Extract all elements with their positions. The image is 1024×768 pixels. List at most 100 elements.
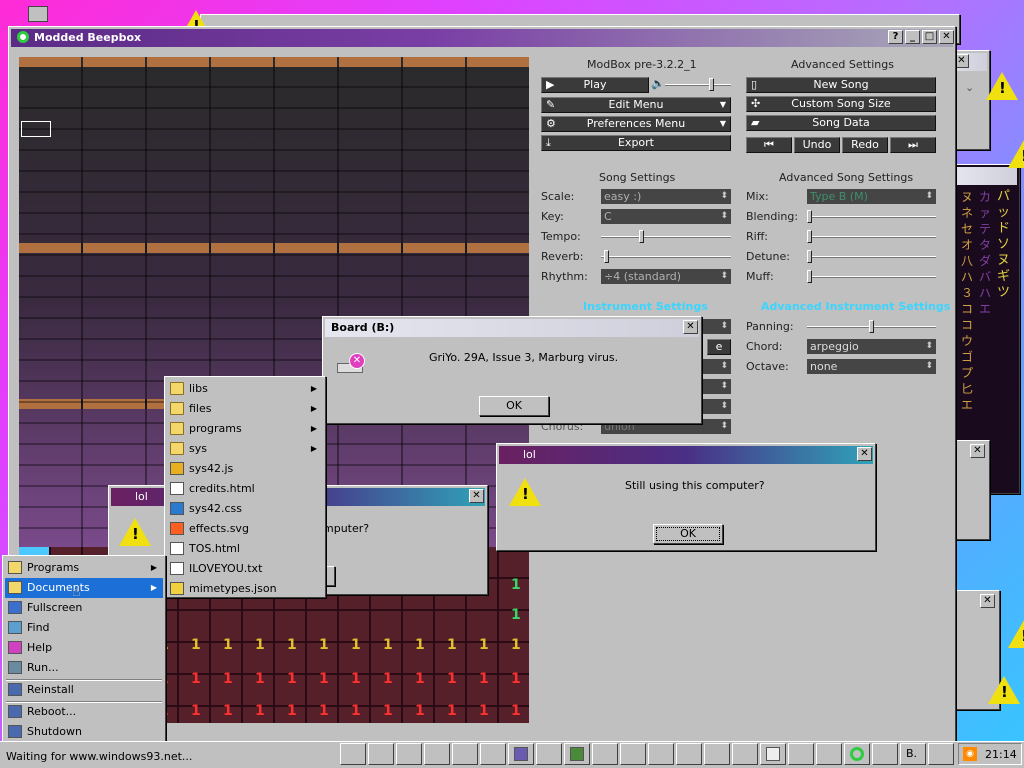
skip-forward-button[interactable]: ⏭	[890, 137, 936, 153]
track-cell-digit: 1	[319, 671, 329, 687]
taskbar-button[interactable]	[760, 743, 786, 765]
track-cell-digit: 1	[447, 671, 457, 687]
taskbar-button[interactable]	[536, 743, 562, 765]
close-button[interactable]: ✕	[857, 447, 872, 461]
desktop-icon[interactable]	[28, 6, 48, 22]
taskbar-button[interactable]	[620, 743, 646, 765]
start-menu-item-help[interactable]: Help	[5, 638, 163, 658]
rss-icon[interactable]: ◉	[963, 747, 977, 761]
json-file-icon	[170, 582, 184, 595]
export-button[interactable]: ⤓ Export	[541, 135, 731, 151]
tempo-knob[interactable]	[639, 230, 644, 243]
custom-song-size-button[interactable]: ✣ Custom Song Size	[746, 96, 936, 112]
documents-item-tos-html[interactable]: TOS.html	[167, 539, 323, 559]
taskbar-button[interactable]	[732, 743, 758, 765]
taskbar-button[interactable]	[368, 743, 394, 765]
preferences-menu-select[interactable]: ⚙ Preferences Menu ▼	[541, 116, 731, 132]
track-cell-digit: 1	[287, 671, 297, 687]
close-icon[interactable]: ✕	[954, 54, 969, 68]
maximize-button[interactable]: □	[922, 30, 937, 44]
taskbar-button[interactable]	[592, 743, 618, 765]
close-button[interactable]: ✕	[469, 489, 484, 503]
taskbar-button[interactable]	[788, 743, 814, 765]
rhythm-select[interactable]: ÷4 (standard)	[601, 269, 731, 284]
taskbar-button[interactable]	[816, 743, 842, 765]
play-button[interactable]: ▶ Play	[541, 77, 649, 93]
song-data-button[interactable]: ▰ Song Data	[746, 115, 936, 131]
folder-icon	[170, 422, 184, 435]
blending-slider[interactable]	[807, 210, 936, 223]
taskbar-button[interactable]	[872, 743, 898, 765]
start-menu-item-programs[interactable]: Programs ▶	[5, 558, 163, 578]
detune-slider[interactable]	[807, 250, 936, 263]
taskbar-button[interactable]: B.	[900, 743, 926, 765]
riff-slider[interactable]	[807, 230, 936, 243]
start-menu-item-fullscreen[interactable]: Fullscreen	[5, 598, 163, 618]
taskbar-button[interactable]	[508, 743, 534, 765]
tempo-slider[interactable]	[601, 230, 731, 243]
documents-item-iloveyou-txt[interactable]: ILOVEYOU.txt	[167, 559, 323, 579]
close-icon[interactable]: ✕	[980, 594, 995, 608]
start-menu-item-documents[interactable]: Documents ▶	[5, 578, 163, 598]
volume-slider[interactable]	[665, 78, 731, 91]
documents-item-libs[interactable]: libs ▶	[167, 379, 323, 399]
documents-item-programs[interactable]: programs ▶	[167, 419, 323, 439]
skip-back-button[interactable]: ⏮	[746, 137, 792, 153]
track-cell-digit: 1	[319, 637, 329, 653]
start-menu-item-shutdown[interactable]: Shutdown	[5, 722, 163, 742]
taskbar-button[interactable]	[648, 743, 674, 765]
lol-dialog-titlebar[interactable]: lol	[499, 446, 873, 464]
panning-slider[interactable]	[807, 320, 936, 333]
start-menu-item-find[interactable]: Find	[5, 618, 163, 638]
octave-select[interactable]: none	[807, 359, 936, 374]
lol-dialog-ok-button[interactable]: OK	[653, 524, 723, 544]
instrument-small-button[interactable]: e	[707, 339, 731, 355]
start-menu-item-reboot[interactable]: Reboot...	[5, 702, 163, 722]
taskbar-button[interactable]	[340, 743, 366, 765]
documents-item-credits-html[interactable]: credits.html	[167, 479, 323, 499]
taskbar-button[interactable]	[396, 743, 422, 765]
reboot-icon	[8, 705, 22, 718]
documents-item-files[interactable]: files ▶	[167, 399, 323, 419]
taskbar-button[interactable]	[480, 743, 506, 765]
redo-button[interactable]: Redo	[842, 137, 888, 153]
scale-select[interactable]: easy :)	[601, 189, 731, 204]
taskbar-button[interactable]	[704, 743, 730, 765]
taskbar-button[interactable]	[928, 743, 954, 765]
edit-menu-select[interactable]: ✎ Edit Menu ▼	[541, 97, 731, 113]
volume-knob[interactable]	[709, 78, 714, 91]
panning-knob[interactable]	[869, 320, 874, 333]
taskbar-button[interactable]	[676, 743, 702, 765]
taskbar-button[interactable]	[424, 743, 450, 765]
documents-item-sys[interactable]: sys ▶	[167, 439, 323, 459]
start-menu-item-run[interactable]: Run...	[5, 658, 163, 678]
chord-select[interactable]: arpeggio	[807, 339, 936, 354]
close-button[interactable]: ✕	[939, 30, 954, 44]
html-file-icon	[170, 482, 184, 495]
mix-select[interactable]: Type B (M)	[807, 189, 936, 204]
undo-button[interactable]: Undo	[794, 137, 840, 153]
board-dialog-ok-button[interactable]: OK	[479, 396, 549, 416]
close-button[interactable]: ✕	[683, 320, 698, 334]
reverb-slider[interactable]	[601, 250, 731, 263]
start-menu-item-reinstall[interactable]: Reinstall	[5, 680, 163, 700]
beepbox-titlebar[interactable]: Modded Beepbox	[11, 29, 953, 47]
reverb-label: Reverb:	[541, 250, 584, 263]
documents-item-mimetypes-json[interactable]: mimetypes.json	[167, 579, 323, 599]
help-button[interactable]: ?	[888, 30, 903, 44]
documents-item-sys42-js[interactable]: sys42.js	[167, 459, 323, 479]
taskbar-button[interactable]	[564, 743, 590, 765]
tempo-label: Tempo:	[541, 230, 581, 243]
key-select[interactable]: C	[601, 209, 731, 224]
reverb-knob[interactable]	[604, 250, 609, 263]
documents-item-sys42-css[interactable]: sys42.css	[167, 499, 323, 519]
new-song-button[interactable]: ▯ New Song	[746, 77, 936, 93]
taskbar-button[interactable]	[844, 743, 870, 765]
taskbar-button[interactable]	[452, 743, 478, 765]
chevron-down-icon[interactable]: ⌄	[965, 81, 974, 94]
close-icon[interactable]: ✕	[970, 444, 985, 458]
documents-item-effects-svg[interactable]: effects.svg	[167, 519, 323, 539]
board-dialog-titlebar[interactable]: Board (B:)	[325, 319, 699, 337]
muff-slider[interactable]	[807, 270, 936, 283]
minimize-button[interactable]: _	[905, 30, 920, 44]
